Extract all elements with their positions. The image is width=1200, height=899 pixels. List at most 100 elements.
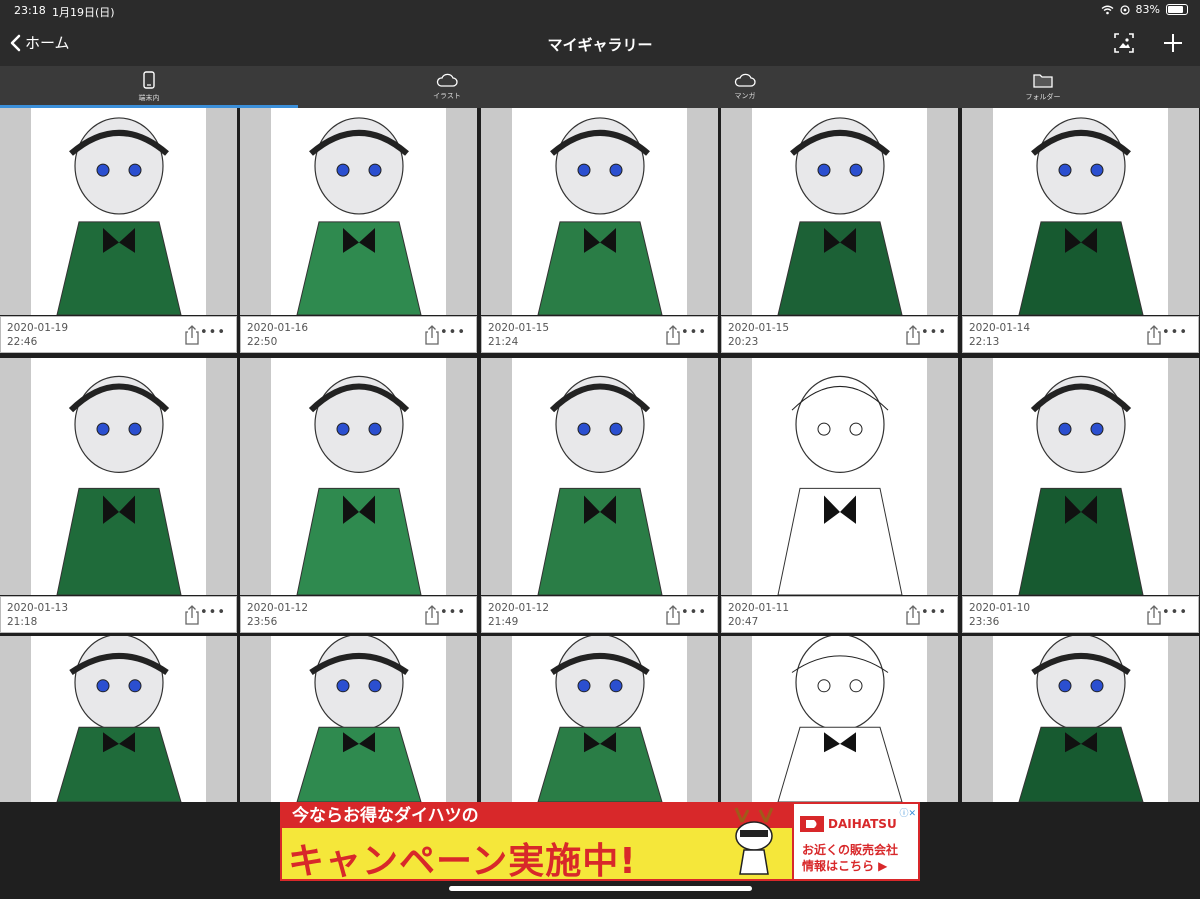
card-timestamp: 2020-01-11 20:47 xyxy=(728,601,789,629)
artwork-thumbnail[interactable] xyxy=(240,358,477,595)
card-timestamp: 2020-01-10 23:36 xyxy=(969,601,1030,629)
status-date: 1月19日(日) xyxy=(52,6,115,19)
artwork-image xyxy=(752,108,927,315)
cloud-icon xyxy=(436,73,458,87)
share-icon[interactable] xyxy=(905,325,921,345)
ad-info-icon[interactable]: ⓘ✕ xyxy=(899,806,916,819)
ad-brand-name: DAIHATSU xyxy=(828,817,897,831)
tab-device[interactable]: 端末内 xyxy=(0,66,298,108)
card-timestamp: 2020-01-16 22:50 xyxy=(247,321,308,349)
share-icon[interactable] xyxy=(665,605,681,625)
more-options-icon[interactable]: ••• xyxy=(1162,325,1188,340)
artwork-image xyxy=(271,636,446,802)
tab-manga[interactable]: マンガ xyxy=(596,66,894,108)
card-date: 2020-01-12 xyxy=(247,602,309,614)
more-options-icon[interactable]: ••• xyxy=(440,605,466,620)
card-time: 20:47 xyxy=(728,616,759,628)
tab-illust[interactable]: イラスト xyxy=(298,66,596,108)
add-icon[interactable] xyxy=(1162,32,1184,54)
more-options-icon[interactable]: ••• xyxy=(440,325,466,340)
artwork-thumbnail[interactable] xyxy=(481,108,718,315)
tab-label: マンガ xyxy=(734,92,756,100)
tab-folder[interactable]: フォルダー xyxy=(894,66,1192,108)
location-lock-icon xyxy=(1119,4,1130,15)
card-date: 2020-01-13 xyxy=(7,602,69,614)
mascot-icon xyxy=(734,807,774,875)
card-time: 23:56 xyxy=(247,616,278,628)
more-options-icon[interactable]: ••• xyxy=(921,325,947,340)
card-time: 22:46 xyxy=(7,336,38,348)
card-date: 2020-01-14 xyxy=(969,322,1031,334)
artwork-image xyxy=(752,358,927,595)
artwork-thumbnail[interactable] xyxy=(0,636,237,802)
artwork-image xyxy=(993,108,1168,315)
card-meta: 2020-01-13 21:18 ••• xyxy=(0,596,237,633)
cloud-icon xyxy=(734,73,756,87)
ad-sub-line-2: 情報はこちら ▶ xyxy=(802,859,888,873)
card-date: 2020-01-12 xyxy=(488,602,550,614)
ad-brand: DAIHATSU xyxy=(800,816,897,832)
status-right: 83% xyxy=(1101,3,1188,16)
more-options-icon[interactable]: ••• xyxy=(1162,605,1188,620)
share-icon[interactable] xyxy=(184,325,200,345)
card-time: 23:36 xyxy=(969,616,1000,628)
card-date: 2020-01-16 xyxy=(247,322,309,334)
more-options-icon[interactable]: ••• xyxy=(681,325,707,340)
share-icon[interactable] xyxy=(184,605,200,625)
card-time: 22:50 xyxy=(247,336,278,348)
card-timestamp: 2020-01-14 22:13 xyxy=(969,321,1030,349)
card-date: 2020-01-15 xyxy=(728,322,790,334)
more-options-icon[interactable]: ••• xyxy=(200,605,226,620)
ad-right-panel: ⓘ✕ DAIHATSU お近くの販売会社 情報はこちら ▶ xyxy=(794,802,920,881)
artwork-image xyxy=(31,108,206,315)
share-icon[interactable] xyxy=(424,325,440,345)
daihatsu-logo-icon xyxy=(800,816,824,832)
artwork-thumbnail[interactable] xyxy=(721,108,958,315)
artwork-thumbnail[interactable] xyxy=(481,636,718,802)
artwork-thumbnail[interactable] xyxy=(481,358,718,595)
artwork-image xyxy=(31,636,206,802)
device-icon xyxy=(143,71,155,89)
artwork-thumbnail[interactable] xyxy=(721,358,958,595)
tab-label: イラスト xyxy=(433,92,461,100)
card-meta: 2020-01-16 22:50 ••• xyxy=(240,316,477,353)
card-meta: 2020-01-12 23:56 ••• xyxy=(240,596,477,633)
card-meta: 2020-01-10 23:36 ••• xyxy=(962,596,1199,633)
card-timestamp: 2020-01-19 22:46 xyxy=(7,321,68,349)
more-options-icon[interactable]: ••• xyxy=(681,605,707,620)
card-time: 21:24 xyxy=(488,336,519,348)
ad-banner[interactable]: 今ならお得なダイハツの キャンペーン実施中! ⓘ✕ DAIHATSU お近くの販… xyxy=(280,802,920,882)
artwork-thumbnail[interactable] xyxy=(962,636,1199,802)
home-indicator xyxy=(449,886,752,891)
import-image-icon[interactable] xyxy=(1113,32,1135,54)
card-meta: 2020-01-15 20:23 ••• xyxy=(721,316,958,353)
ad-headline: 今ならお得なダイハツの xyxy=(282,804,792,828)
ad-left-panel: 今ならお得なダイハツの キャンペーン実施中! xyxy=(280,802,794,882)
card-meta: 2020-01-19 22:46 ••• xyxy=(0,316,237,353)
artwork-thumbnail[interactable] xyxy=(0,358,237,595)
share-icon[interactable] xyxy=(665,325,681,345)
navigation-bar: ホーム マイギャラリー xyxy=(0,22,1200,66)
ad-subtext: お近くの販売会社 情報はこちら ▶ xyxy=(802,842,898,874)
card-time: 20:23 xyxy=(728,336,759,348)
more-options-icon[interactable]: ••• xyxy=(200,325,226,340)
share-icon[interactable] xyxy=(905,605,921,625)
card-timestamp: 2020-01-13 21:18 xyxy=(7,601,68,629)
card-meta: 2020-01-15 21:24 ••• xyxy=(481,316,718,353)
card-date: 2020-01-19 xyxy=(7,322,69,334)
ad-main-text: キャンペーン実施中! xyxy=(288,841,637,882)
page-title: マイギャラリー xyxy=(547,36,653,54)
artwork-thumbnail[interactable] xyxy=(0,108,237,315)
artwork-thumbnail[interactable] xyxy=(962,108,1199,315)
artwork-thumbnail[interactable] xyxy=(962,358,1199,595)
artwork-thumbnail[interactable] xyxy=(721,636,958,802)
share-icon[interactable] xyxy=(1146,605,1162,625)
share-icon[interactable] xyxy=(1146,325,1162,345)
share-icon[interactable] xyxy=(424,605,440,625)
more-options-icon[interactable]: ••• xyxy=(921,605,947,620)
card-meta: 2020-01-14 22:13 ••• xyxy=(962,316,1199,353)
tab-bar: 端末内 イラスト マンガ フォルダー xyxy=(0,66,1200,108)
artwork-thumbnail[interactable] xyxy=(240,636,477,802)
folder-icon xyxy=(1033,73,1053,88)
artwork-thumbnail[interactable] xyxy=(240,108,477,315)
